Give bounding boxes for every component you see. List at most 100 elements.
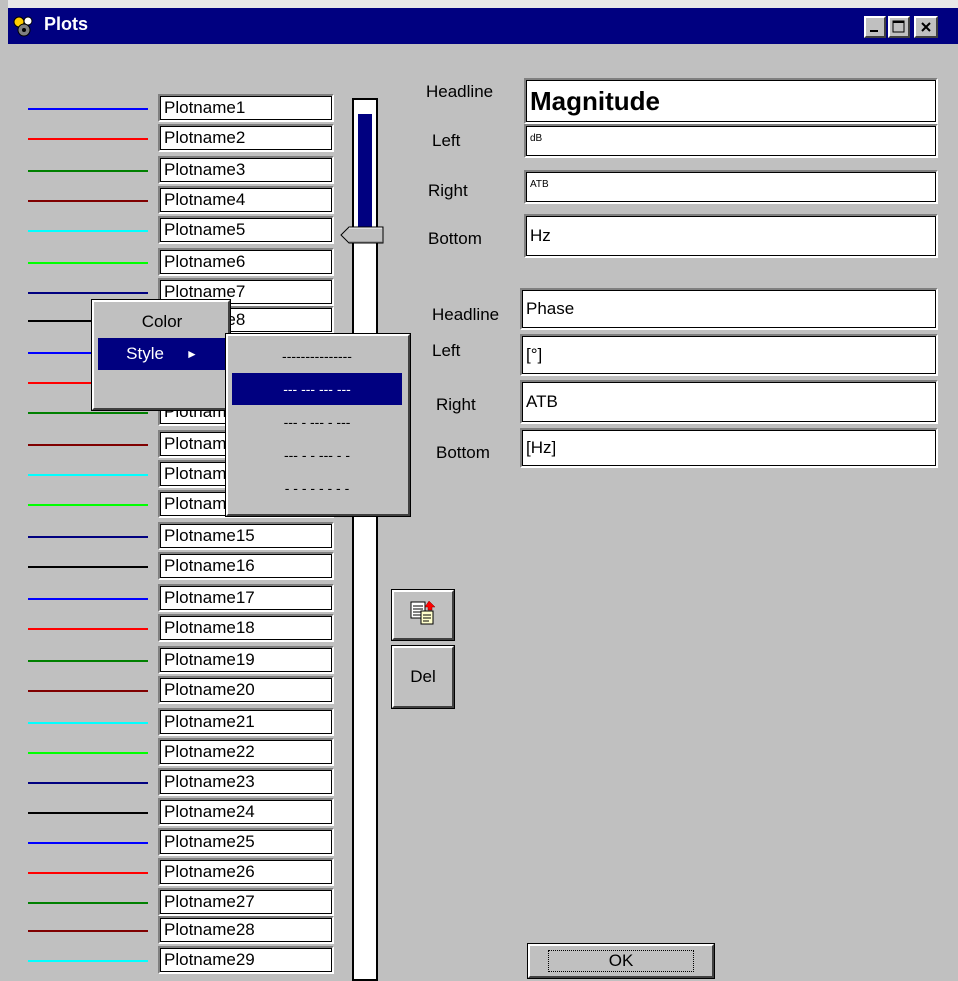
plot-row: Plotname27 xyxy=(0,888,340,916)
scrollbar-fill xyxy=(358,114,372,230)
phase-bottom-label: Bottom xyxy=(436,443,490,462)
phase-right-field[interactable]: ATB xyxy=(520,380,938,424)
plot-line-sample[interactable] xyxy=(28,690,148,692)
magnitude-headline-label: Headline xyxy=(426,82,494,101)
copy-paste-icon xyxy=(409,599,437,632)
plot-name-field[interactable]: Plotname27 xyxy=(158,888,334,916)
plot-line-sample[interactable] xyxy=(28,842,148,844)
menu-item-style[interactable]: Style ► xyxy=(98,338,226,370)
magnitude-bottom-label: Bottom xyxy=(428,229,482,248)
style-option[interactable]: --- - --- - --- xyxy=(232,406,402,438)
plot-line-sample[interactable] xyxy=(28,138,148,140)
style-option[interactable]: - - - - - - - - xyxy=(232,472,402,504)
plot-row: Plotname26 xyxy=(0,858,340,886)
copy-plot-button[interactable] xyxy=(391,589,455,641)
style-submenu: --------------- --- --- --- --- --- - --- … xyxy=(225,333,411,517)
style-option[interactable]: --------------- xyxy=(232,340,402,372)
plot-row: Plotname2 xyxy=(0,124,340,152)
plot-row: Plotname23 xyxy=(0,768,340,796)
plot-line-sample[interactable] xyxy=(28,230,148,232)
submenu-arrow-icon: ► xyxy=(185,347,198,361)
scrollbar-slider-handle[interactable] xyxy=(340,226,384,244)
plot-row: Plotname24 xyxy=(0,798,340,826)
plot-name-field[interactable]: Plotname15 xyxy=(158,522,334,550)
plot-line-sample[interactable] xyxy=(28,474,148,476)
plot-name-field[interactable]: Plotname24 xyxy=(158,798,334,826)
plot-line-sample[interactable] xyxy=(28,628,148,630)
plot-name-field[interactable]: Plotname6 xyxy=(158,248,334,276)
plot-line-sample[interactable] xyxy=(28,872,148,874)
phase-right-label: Right xyxy=(436,395,476,414)
plot-line-sample[interactable] xyxy=(28,566,148,568)
plot-line-sample[interactable] xyxy=(28,722,148,724)
plot-row: Plotname21 xyxy=(0,708,340,736)
plot-line-sample[interactable] xyxy=(28,930,148,932)
plot-name-field[interactable]: Plotname20 xyxy=(158,676,334,704)
menu-item-color-label: Color xyxy=(141,312,183,331)
ok-button[interactable]: OK xyxy=(527,943,715,979)
plot-line-sample[interactable] xyxy=(28,598,148,600)
magnitude-right-field[interactable]: ATB xyxy=(524,170,938,204)
magnitude-left-field[interactable]: dB xyxy=(524,124,938,158)
plot-name-field[interactable]: Plotname28 xyxy=(158,916,334,944)
plot-row: Plotname20 xyxy=(0,676,340,704)
phase-bottom-field[interactable]: [Hz] xyxy=(520,428,938,468)
plot-line-sample[interactable] xyxy=(28,292,148,294)
plot-name-field[interactable]: Plotname3 xyxy=(158,156,334,184)
maximize-icon xyxy=(890,18,908,36)
plot-line-sample[interactable] xyxy=(28,782,148,784)
plot-line-sample[interactable] xyxy=(28,536,148,538)
plot-line-sample[interactable] xyxy=(28,812,148,814)
plot-row: Plotname29 xyxy=(0,946,340,974)
magnitude-headline-field[interactable]: Magnitude xyxy=(524,78,938,124)
close-button[interactable] xyxy=(914,16,938,38)
phase-left-field[interactable]: [°] xyxy=(520,334,938,376)
phase-headline-field[interactable]: Phase xyxy=(520,288,938,330)
maximize-button[interactable] xyxy=(888,16,910,38)
magnitude-bottom-field[interactable]: Hz xyxy=(524,214,938,258)
menu-item-color[interactable]: Color xyxy=(98,306,226,338)
plot-line-sample[interactable] xyxy=(28,262,148,264)
plot-name-field[interactable]: Plotname18 xyxy=(158,614,334,642)
plot-line-sample[interactable] xyxy=(28,412,148,414)
plot-name-field[interactable]: Plotname29 xyxy=(158,946,334,974)
plot-name-field[interactable]: Plotname22 xyxy=(158,738,334,766)
plot-line-sample[interactable] xyxy=(28,200,148,202)
plot-row: Plotname1 xyxy=(0,94,340,122)
magnitude-right-label: Right xyxy=(428,181,468,200)
menu-item-style-label: Style xyxy=(126,344,164,363)
plot-name-field[interactable]: Plotname1 xyxy=(158,94,334,122)
plot-line-sample[interactable] xyxy=(28,504,148,506)
plot-name-field[interactable]: Plotname4 xyxy=(158,186,334,214)
delete-plot-button[interactable]: Del xyxy=(391,645,455,709)
plot-line-sample[interactable] xyxy=(28,170,148,172)
plot-line-sample[interactable] xyxy=(28,752,148,754)
plot-name-field[interactable]: Plotname16 xyxy=(158,552,334,580)
plot-name-field[interactable]: Plotname23 xyxy=(158,768,334,796)
minimize-button[interactable] xyxy=(864,16,886,38)
style-option[interactable]: --- - - --- - - xyxy=(232,439,402,471)
minimize-icon xyxy=(866,18,884,36)
plot-name-field[interactable]: Plotname17 xyxy=(158,584,334,612)
ok-label: OK xyxy=(547,950,695,972)
plot-line-sample[interactable] xyxy=(28,660,148,662)
style-option[interactable]: --- --- --- --- xyxy=(232,373,402,405)
plot-line-sample[interactable] xyxy=(28,902,148,904)
plot-name-field[interactable]: Plotname2 xyxy=(158,124,334,152)
plot-name-field[interactable]: Plotname5 xyxy=(158,216,334,244)
plot-line-sample[interactable] xyxy=(28,108,148,110)
window-title: Plots xyxy=(44,14,89,34)
title-bar[interactable]: Plots xyxy=(8,8,958,44)
plot-row: Plotname19 xyxy=(0,646,340,674)
plot-row: Plotname17 xyxy=(0,584,340,612)
plot-line-sample[interactable] xyxy=(28,444,148,446)
phase-left-label: Left xyxy=(432,341,461,360)
plot-row: Plotname25 xyxy=(0,828,340,856)
plot-row: Plotname18 xyxy=(0,614,340,642)
plot-line-sample[interactable] xyxy=(28,960,148,962)
plot-name-field[interactable]: Plotname26 xyxy=(158,858,334,886)
plot-name-field[interactable]: Plotname19 xyxy=(158,646,334,674)
plot-name-field[interactable]: Plotname21 xyxy=(158,708,334,736)
window-top-edge xyxy=(0,0,958,8)
plot-name-field[interactable]: Plotname25 xyxy=(158,828,334,856)
